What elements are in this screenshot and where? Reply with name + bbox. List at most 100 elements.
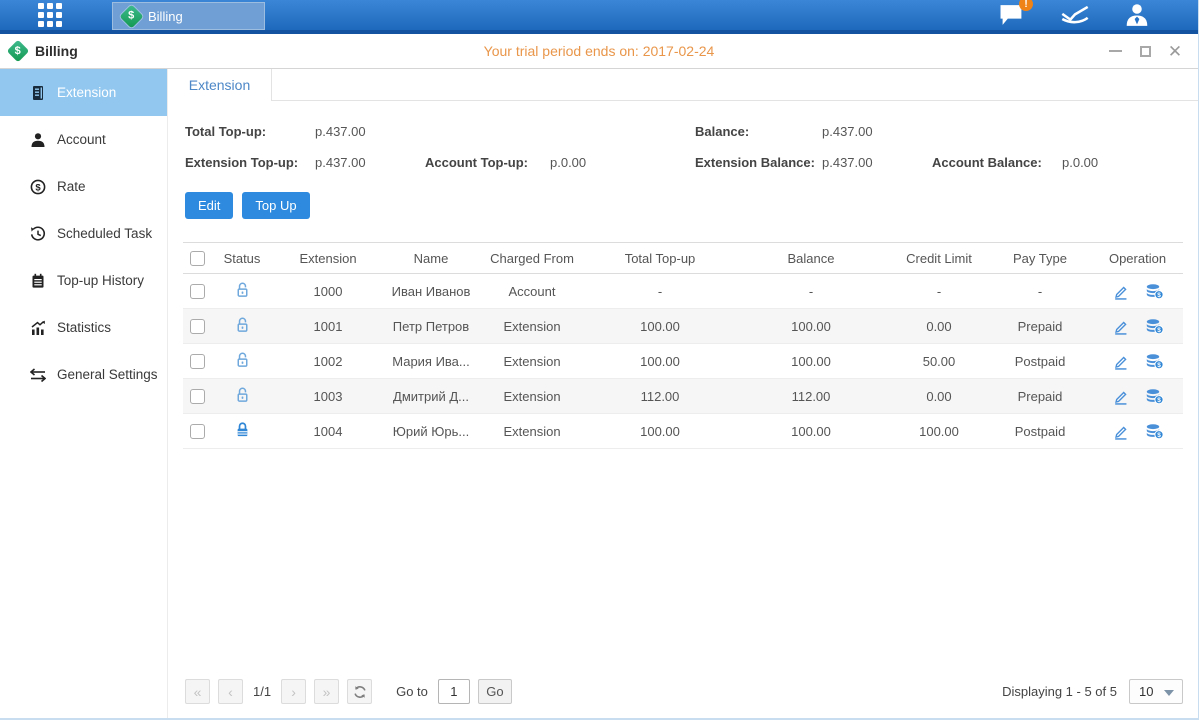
cell-charged-from: Extension: [479, 424, 585, 439]
edit-pencil-icon[interactable]: [1112, 353, 1129, 370]
cell-charged-from: Extension: [479, 389, 585, 404]
table-row[interactable]: 1004 Юрий Юрь... Extension 100.00 100.00…: [183, 414, 1183, 449]
cell-charged-from: Extension: [479, 319, 585, 334]
sidebar-item-label: Scheduled Task: [57, 226, 152, 241]
cell-total-topup: 100.00: [585, 319, 735, 334]
row-checkbox[interactable]: [190, 389, 205, 404]
edit-button[interactable]: Edit: [185, 192, 233, 219]
cell-balance: 112.00: [735, 389, 887, 404]
topup-button[interactable]: Top Up: [242, 192, 309, 219]
cell-pay-type: Prepaid: [991, 389, 1089, 404]
taskbar-tab-billing[interactable]: $ Billing: [112, 2, 265, 30]
balance-value: p.437.00: [822, 124, 873, 139]
tabstrip: Extension: [168, 69, 1198, 101]
row-checkbox[interactable]: [190, 319, 205, 334]
sidebar-item-extension[interactable]: Extension: [0, 69, 167, 116]
col-extension: Extension: [273, 251, 383, 266]
table-row[interactable]: 1002 Мария Ива... Extension 100.00 100.0…: [183, 344, 1183, 379]
topup-coins-icon[interactable]: $: [1145, 353, 1164, 370]
sidebar-item-topup-history[interactable]: Top-up History: [0, 257, 167, 304]
go-button[interactable]: Go: [478, 679, 512, 704]
sidebar-item-account[interactable]: Account: [0, 116, 167, 163]
cell-credit-limit: -: [887, 284, 991, 299]
table-row[interactable]: 1003 Дмитрий Д... Extension 112.00 112.0…: [183, 379, 1183, 414]
table-row[interactable]: 1001 Петр Петров Extension 100.00 100.00…: [183, 309, 1183, 344]
account-topup-label: Account Top-up:: [425, 155, 550, 170]
cell-credit-limit: 0.00: [887, 319, 991, 334]
close-button[interactable]: ✕: [1168, 44, 1182, 58]
sidebar-item-statistics[interactable]: Statistics: [0, 304, 167, 351]
cell-pay-type: -: [991, 284, 1089, 299]
dollar-circle-icon: $: [30, 179, 46, 195]
row-checkbox[interactable]: [190, 284, 205, 299]
sidebar-item-label: Top-up History: [57, 273, 144, 288]
col-balance: Balance: [735, 251, 887, 266]
topup-coins-icon[interactable]: $: [1145, 318, 1164, 335]
cell-total-topup: 100.00: [585, 424, 735, 439]
trial-notice: Your trial period ends on: 2017-02-24: [0, 43, 1198, 59]
extension-topup-label: Extension Top-up:: [185, 155, 315, 170]
sidebar-item-scheduled-task[interactable]: Scheduled Task: [0, 210, 167, 257]
stats-panel: Total Top-up: p.437.00 Balance: p.437.00…: [168, 101, 1198, 182]
maximize-button[interactable]: [1138, 44, 1152, 58]
svg-text:$: $: [35, 182, 41, 193]
extension-balance-value: p.437.00: [822, 155, 932, 170]
minimize-button[interactable]: [1108, 44, 1122, 58]
cell-balance: -: [735, 284, 887, 299]
edit-pencil-icon[interactable]: [1112, 423, 1129, 440]
cell-extension: 1004: [273, 424, 383, 439]
refresh-button[interactable]: [347, 679, 372, 704]
first-page-button[interactable]: «: [185, 679, 210, 704]
sidebar: Extension Account $ Rate Scheduled Task …: [0, 69, 168, 718]
person-icon: [30, 132, 46, 148]
tab-extension[interactable]: Extension: [168, 69, 272, 101]
total-topup-value: p.437.00: [315, 124, 695, 139]
page-size-value: 10: [1139, 684, 1153, 699]
topup-coins-icon[interactable]: $: [1145, 283, 1164, 300]
svg-text:$: $: [1157, 432, 1161, 439]
notification-badge: !: [1019, 0, 1033, 11]
prev-page-button[interactable]: ‹: [218, 679, 243, 704]
cell-pay-type: Postpaid: [991, 354, 1089, 369]
select-all-checkbox[interactable]: [190, 251, 205, 266]
page-size-select[interactable]: 10: [1129, 679, 1183, 704]
stats-chart-icon: [30, 320, 46, 336]
row-checkbox[interactable]: [190, 354, 205, 369]
cell-extension: 1001: [273, 319, 383, 334]
row-checkbox[interactable]: [190, 424, 205, 439]
col-name: Name: [383, 251, 479, 266]
edit-pencil-icon[interactable]: [1112, 318, 1129, 335]
apps-grid-icon[interactable]: [38, 3, 62, 27]
sidebar-item-label: Statistics: [57, 320, 111, 335]
topup-coins-icon[interactable]: $: [1145, 388, 1164, 405]
billing-diamond-icon: $: [119, 4, 143, 28]
topup-coins-icon[interactable]: $: [1145, 423, 1164, 440]
chevron-down-icon: [1164, 690, 1174, 696]
cell-name: Дмитрий Д...: [383, 389, 479, 404]
col-credit-limit: Credit Limit: [887, 251, 991, 266]
next-page-button[interactable]: ›: [281, 679, 306, 704]
account-balance-label: Account Balance:: [932, 155, 1062, 170]
chart-icon[interactable]: [1060, 3, 1090, 27]
edit-pencil-icon[interactable]: [1112, 388, 1129, 405]
cell-total-topup: 112.00: [585, 389, 735, 404]
edit-pencil-icon[interactable]: [1112, 283, 1129, 300]
toolbar: Edit Top Up: [185, 192, 1198, 219]
user-icon[interactable]: [1124, 3, 1150, 27]
table-row[interactable]: 1000 Иван Иванов Account - - - - $: [183, 274, 1183, 309]
table-body: 1000 Иван Иванов Account - - - - $ 1001 …: [183, 274, 1183, 449]
cell-total-topup: -: [585, 284, 735, 299]
extension-balance-label: Extension Balance:: [695, 155, 822, 170]
sidebar-item-rate[interactable]: $ Rate: [0, 163, 167, 210]
cell-extension: 1000: [273, 284, 383, 299]
col-pay-type: Pay Type: [991, 251, 1089, 266]
ledger-icon: [30, 85, 46, 101]
last-page-button[interactable]: »: [314, 679, 339, 704]
goto-page-input[interactable]: [438, 679, 470, 704]
system-topbar: $ Billing !: [0, 0, 1198, 34]
chat-icon[interactable]: !: [998, 3, 1026, 27]
taskbar-tab-label: Billing: [148, 9, 183, 24]
window-titlebar: $ Billing Your trial period ends on: 201…: [0, 34, 1198, 69]
cell-charged-from: Extension: [479, 354, 585, 369]
sidebar-item-general-settings[interactable]: General Settings: [0, 351, 167, 398]
